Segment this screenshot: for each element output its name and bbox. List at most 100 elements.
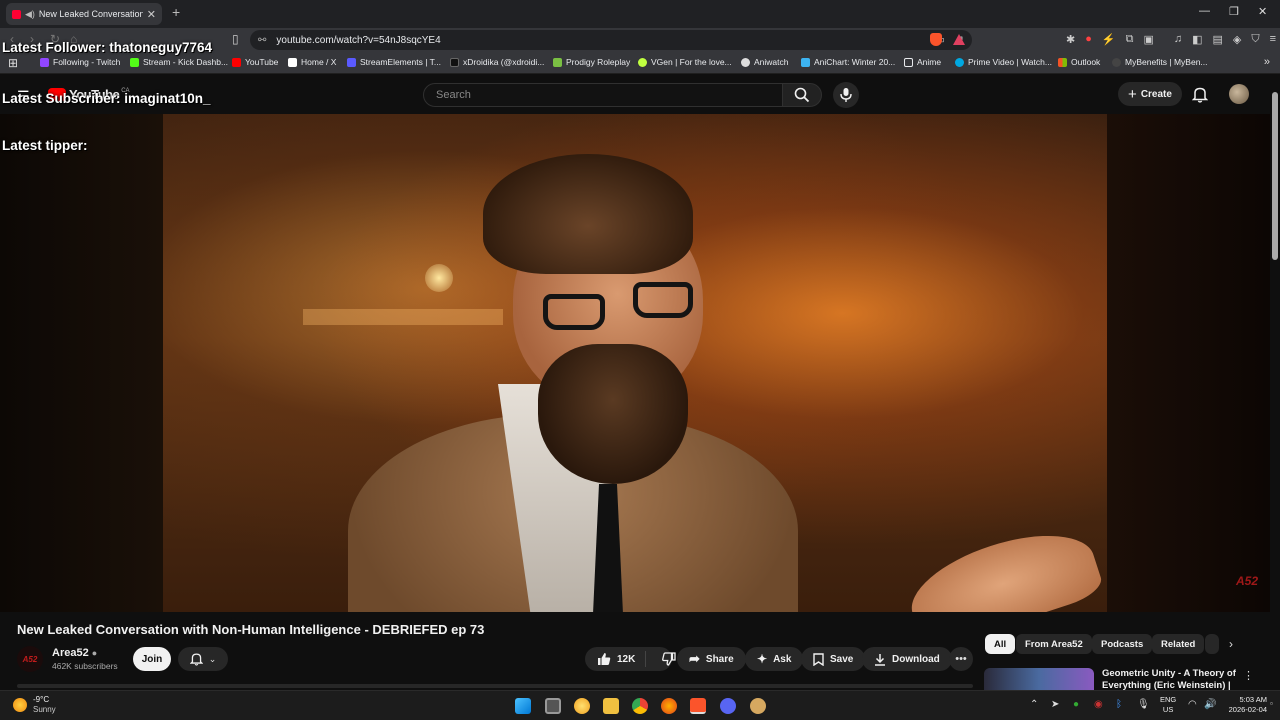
windows-start-icon[interactable] bbox=[515, 698, 531, 714]
brave-icon[interactable] bbox=[690, 698, 706, 714]
more-actions-icon[interactable]: ••• bbox=[949, 647, 973, 671]
more-bookmarks-icon[interactable]: » bbox=[1264, 56, 1270, 68]
microsoft-icon bbox=[1058, 57, 1067, 67]
wallet-icon[interactable]: ▤ bbox=[1213, 33, 1223, 46]
brave-rewards-icon[interactable] bbox=[953, 34, 965, 45]
bookmark-prime-video[interactable]: Prime Video | Watch... bbox=[955, 57, 1052, 67]
file-explorer-icon[interactable] bbox=[603, 698, 619, 714]
extension-bolt-icon[interactable]: ⚡ bbox=[1102, 33, 1116, 46]
bookmark-mybenefits[interactable]: MyBenefits | MyBen... bbox=[1112, 57, 1208, 67]
site-info-icon[interactable]: ⚯ bbox=[258, 35, 266, 46]
subscriber-count: 462K subscribers bbox=[52, 661, 118, 671]
microphone-tray-icon[interactable]: 🎙 bbox=[1137, 699, 1150, 710]
notification-icon[interactable]: ▫ bbox=[1270, 699, 1273, 708]
notifications-bell-icon[interactable] bbox=[1192, 86, 1208, 103]
windows-taskbar: -9°C Sunny ⌃ ➤ ● ◉ ᛒ 🎙 ENG US ◠ 🔊 5:03 A… bbox=[0, 690, 1280, 720]
like-dislike-group: 12K bbox=[585, 647, 677, 671]
bookmark-x[interactable]: Home / X bbox=[288, 57, 336, 67]
close-window-button[interactable]: ✕ bbox=[1258, 5, 1267, 18]
weather-temperature[interactable]: -9°C bbox=[33, 695, 49, 704]
chip-podcasts[interactable]: Podcasts bbox=[1092, 634, 1153, 654]
apps-grid-icon[interactable]: ⊞ bbox=[8, 56, 18, 70]
subscription-bell-button[interactable]: ⌄ bbox=[178, 647, 228, 671]
page-scrollbar-thumb[interactable] bbox=[1272, 92, 1278, 260]
close-tab-icon[interactable]: ✕ bbox=[147, 8, 156, 21]
like-button[interactable]: 12K bbox=[585, 651, 647, 667]
save-button[interactable]: Save bbox=[801, 647, 866, 671]
create-button[interactable]: + Create bbox=[1118, 82, 1182, 106]
speaker-icon[interactable]: ◀) bbox=[25, 9, 35, 20]
tray-red-icon[interactable]: ◉ bbox=[1094, 699, 1103, 710]
video-player[interactable] bbox=[0, 114, 1270, 612]
join-button[interactable]: Join bbox=[133, 647, 171, 671]
mybenefits-icon bbox=[1112, 57, 1121, 67]
twitch-icon bbox=[40, 57, 49, 67]
system-clock[interactable]: 5:03 AM 2026-02-04 bbox=[1225, 695, 1267, 715]
bookmark-folder-anime[interactable]: Anime bbox=[904, 57, 941, 67]
bluetooth-icon[interactable]: ᛒ bbox=[1116, 699, 1122, 710]
chevron-right-icon[interactable]: › bbox=[1229, 637, 1233, 651]
url-bar[interactable]: ⚯ youtube.com/watch?v=54nJ8sqcYE4 ▭ ⇗ bbox=[250, 30, 972, 50]
account-avatar[interactable] bbox=[1229, 84, 1249, 104]
screenshot-icon[interactable]: ▣ bbox=[1143, 33, 1153, 46]
channel-avatar[interactable]: A52 bbox=[17, 646, 43, 672]
speaker-hand bbox=[900, 516, 1106, 612]
app-icon[interactable] bbox=[750, 698, 766, 714]
speaker-hair bbox=[483, 154, 693, 274]
bookmark-youtube[interactable]: YouTube bbox=[232, 57, 278, 67]
firefox-icon[interactable] bbox=[661, 698, 677, 714]
chrome-icon[interactable] bbox=[632, 698, 648, 714]
tray-overflow-icon[interactable]: ⌃ bbox=[1030, 699, 1038, 710]
video-frame[interactable] bbox=[163, 114, 1107, 612]
bookmark-aniwatch[interactable]: Aniwatch bbox=[741, 57, 789, 67]
volume-icon[interactable]: 🔊 bbox=[1204, 699, 1216, 710]
bookmark-icon[interactable]: ▯ bbox=[232, 32, 239, 46]
widgets-icon[interactable] bbox=[574, 698, 590, 714]
search-input[interactable]: Search bbox=[423, 83, 783, 107]
brave-shield-icon[interactable] bbox=[930, 33, 942, 46]
bookmark-vgen[interactable]: VGen | For the love... bbox=[638, 57, 732, 67]
channel-name[interactable]: Area52 ● bbox=[52, 647, 97, 659]
chip-from-area52[interactable]: From Area52 bbox=[1016, 634, 1092, 654]
wifi-icon[interactable]: ◠ bbox=[1188, 699, 1197, 710]
search-button[interactable] bbox=[782, 83, 822, 107]
prodigy-icon bbox=[553, 57, 562, 67]
weather-sun-icon[interactable] bbox=[13, 698, 27, 712]
sidebar-icon[interactable]: ◧ bbox=[1192, 33, 1202, 46]
task-view-icon[interactable] bbox=[545, 698, 561, 714]
kebab-menu-icon[interactable]: ⋮ bbox=[1243, 669, 1254, 682]
new-tab-button[interactable]: + bbox=[172, 4, 180, 20]
bookmark-prodigy[interactable]: Prodigy Roleplay bbox=[553, 57, 630, 67]
download-button[interactable]: Download bbox=[862, 647, 952, 671]
chip-related[interactable]: Related bbox=[1152, 634, 1205, 654]
extension-puzzle-icon[interactable]: ✱ bbox=[1066, 33, 1075, 46]
minimize-button[interactable]: — bbox=[1199, 5, 1210, 17]
maximize-button[interactable]: ❐ bbox=[1229, 5, 1239, 18]
media-icon[interactable]: ♫ bbox=[1174, 33, 1182, 46]
share-button[interactable]: ➦ Share bbox=[677, 647, 746, 671]
voice-search-button[interactable] bbox=[833, 82, 859, 108]
extension-red-icon[interactable]: ● bbox=[1085, 33, 1092, 46]
bookmark-twitch[interactable]: Following - Twitch bbox=[40, 57, 120, 67]
bookmark-outlook[interactable]: Outlook bbox=[1058, 57, 1100, 67]
recommended-video-title[interactable]: Geometric Unity - A Theory of Everything… bbox=[1102, 668, 1242, 690]
recommended-video-thumbnail[interactable] bbox=[984, 668, 1094, 690]
browser-tab-active[interactable]: ◀) New Leaked Conversation wi ✕ bbox=[6, 3, 162, 25]
weather-condition[interactable]: Sunny bbox=[33, 705, 56, 714]
bookmark-tiktok[interactable]: xDroidika (@xdroidi... bbox=[450, 57, 544, 67]
vpn-icon[interactable]: ◈ bbox=[1233, 33, 1241, 46]
ask-button[interactable]: ✦ Ask bbox=[745, 647, 804, 671]
chip-all[interactable]: All bbox=[985, 634, 1016, 654]
verified-badge-icon: ● bbox=[91, 648, 98, 658]
tray-app-icon[interactable]: ➤ bbox=[1051, 699, 1059, 710]
bookmark-kick[interactable]: Stream - Kick Dashb... bbox=[130, 57, 228, 67]
shield-icon[interactable]: ⛉ bbox=[1251, 33, 1259, 46]
chip-partial[interactable] bbox=[1205, 634, 1219, 654]
menu-icon[interactable]: ≡ bbox=[1270, 33, 1276, 46]
discord-icon[interactable] bbox=[720, 698, 736, 714]
extensions-icon[interactable]: ⧉ bbox=[1126, 33, 1134, 46]
tray-nvidia-icon[interactable]: ● bbox=[1073, 699, 1079, 710]
bookmark-streamelements[interactable]: StreamElements | T... bbox=[347, 57, 441, 67]
bookmark-anichart[interactable]: AniChart: Winter 20... bbox=[801, 57, 895, 67]
language-indicator[interactable]: ENG US bbox=[1160, 695, 1176, 715]
